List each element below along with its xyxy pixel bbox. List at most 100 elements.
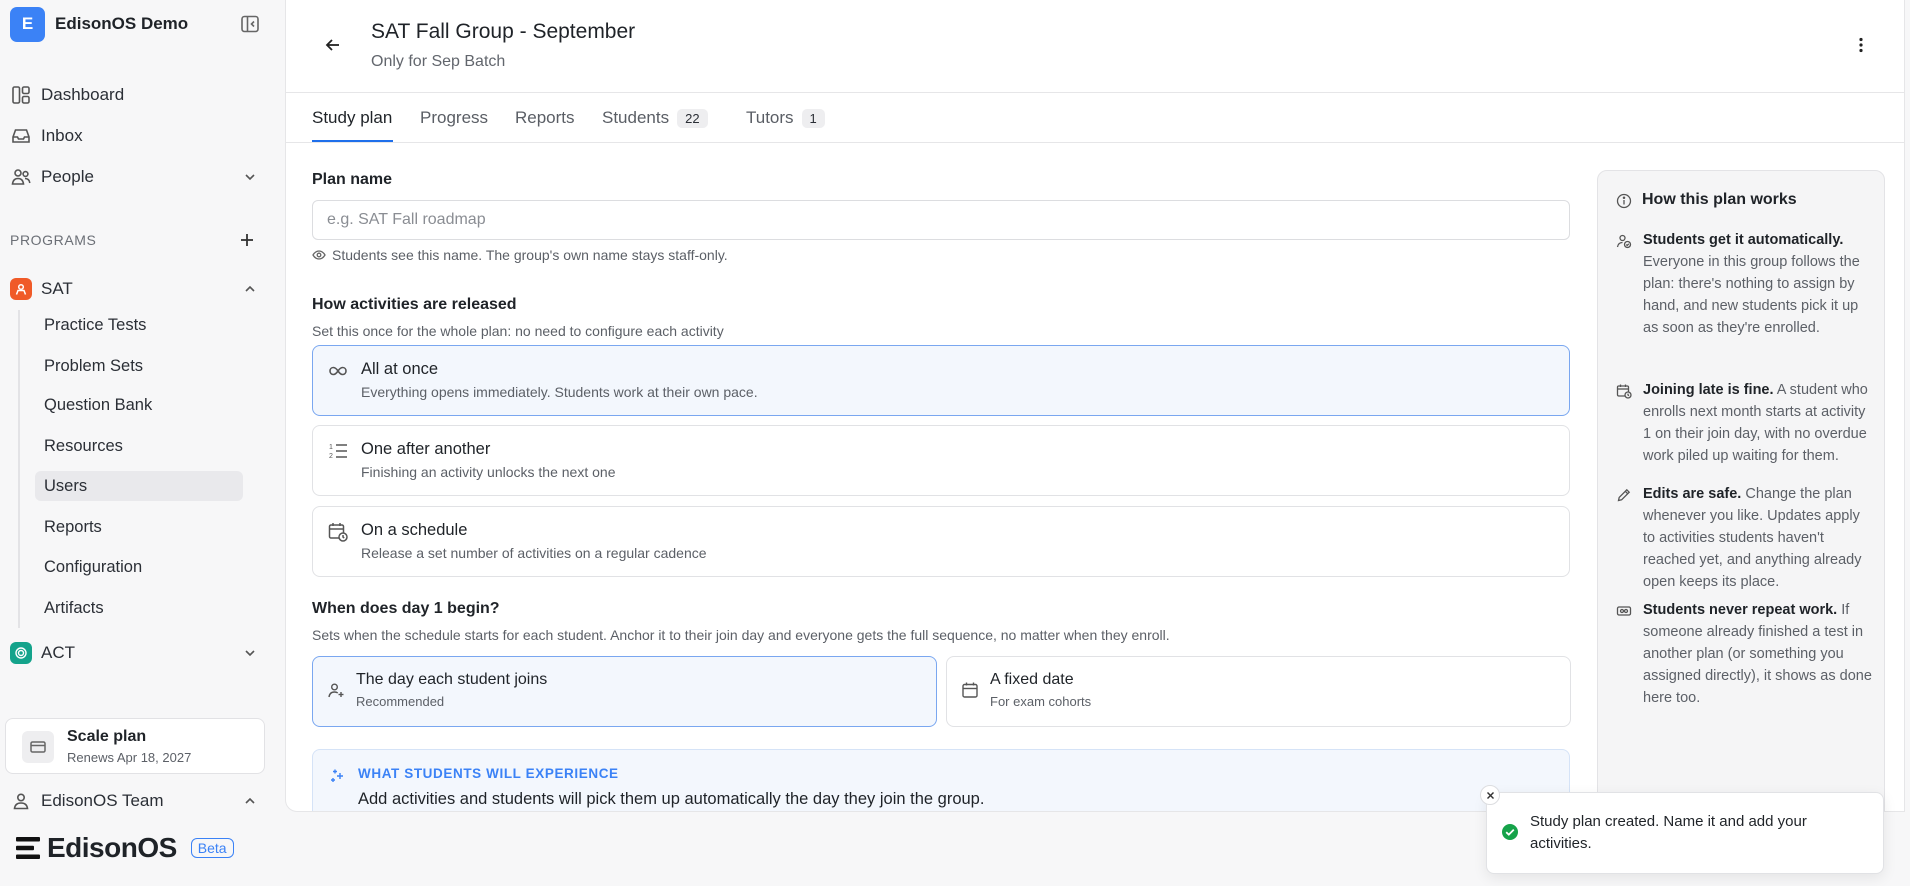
sidebar: E EdisonOS Demo Dashboard Inbox People P… <box>0 0 285 886</box>
workspace-switcher[interactable]: E EdisonOS Demo <box>10 6 265 42</box>
subscription-plan-card[interactable]: Scale plan Renews Apr 18, 2027 <box>5 718 265 774</box>
dashboard-icon <box>10 84 32 106</box>
plan-title: Scale plan <box>67 728 147 745</box>
user-plus-icon <box>327 681 345 699</box>
toast-message: Study plan created. Name it and add your… <box>1530 813 1807 852</box>
chevron-up-icon <box>243 282 257 296</box>
programs-label: PROGRAMS <box>10 232 97 248</box>
add-program-icon[interactable] <box>238 231 256 249</box>
infinity-icon <box>327 360 349 382</box>
info-item-no-repeat: Students never repeat work. If someone a… <box>1643 599 1875 709</box>
day1-option-join-day[interactable]: The day each student joins Recommended <box>312 656 937 727</box>
nav-inbox[interactable]: Inbox <box>10 120 265 152</box>
chevron-down-icon <box>243 646 257 660</box>
info-icon <box>1616 193 1632 209</box>
day1-option-fixed-date[interactable]: A fixed date For exam cohorts <box>946 656 1571 727</box>
tab-label: Tutors <box>746 108 794 127</box>
user-check-icon <box>1616 233 1632 249</box>
option-title: On a schedule <box>361 521 468 539</box>
back-arrow-icon[interactable] <box>324 36 342 54</box>
sat-item-problem-sets[interactable]: Problem Sets <box>35 351 243 381</box>
team-switcher[interactable]: EdisonOS Team <box>10 785 265 817</box>
release-help: Set this once for the whole plan: no nee… <box>312 323 724 339</box>
option-title: All at once <box>361 360 439 378</box>
experience-label: WHAT STUDENTS WILL EXPERIENCE <box>358 766 619 781</box>
release-option-all-at-once[interactable]: All at once Everything opens immediately… <box>312 345 1570 416</box>
option-desc: Everything opens immediately. Students w… <box>361 384 758 400</box>
eye-icon <box>312 248 332 262</box>
sat-item-practice-tests[interactable]: Practice Tests <box>35 310 243 340</box>
sat-item-users[interactable]: Users <box>35 471 243 501</box>
release-option-on-a-schedule[interactable]: On a schedule Release a set number of ac… <box>312 506 1570 577</box>
team-name: EdisonOS Team <box>41 791 164 810</box>
main-panel: SAT Fall Group - September Only for Sep … <box>285 0 1905 812</box>
students-count-badge: 22 <box>677 108 708 128</box>
option-desc: Recommended <box>356 694 445 709</box>
edisonos-logo-icon <box>14 834 42 862</box>
nav-people[interactable]: People <box>10 161 265 193</box>
sat-item-reports[interactable]: Reports <box>35 512 243 542</box>
sat-item-configuration[interactable]: Configuration <box>35 552 243 582</box>
check-circle-icon <box>1501 823 1519 841</box>
info-item-edits-safe: Edits are safe. Change the plan whenever… <box>1643 483 1875 593</box>
plan-name-hint: Students see this name. The group's own … <box>312 247 728 263</box>
option-desc: Release a set number of activities on a … <box>361 545 707 561</box>
workspace-name: EdisonOS Demo <box>55 14 189 33</box>
more-options-icon[interactable] <box>1852 36 1870 54</box>
sat-subnav-line <box>18 310 20 628</box>
chevron-down-icon <box>243 170 257 184</box>
tab-bar: Study plan Progress Reports Students 22 T… <box>286 93 1904 143</box>
sat-item-artifacts[interactable]: Artifacts <box>35 593 243 623</box>
plan-name-input[interactable] <box>312 200 1570 240</box>
tutors-count-badge: 1 <box>801 108 825 128</box>
tab-students[interactable]: Students 22 <box>602 105 708 131</box>
tab-label: Study plan <box>312 108 393 127</box>
collapse-sidebar-icon[interactable] <box>240 14 260 34</box>
tab-study-plan[interactable]: Study plan <box>312 105 392 131</box>
info-item-heading: Students never repeat work. <box>1643 602 1838 618</box>
page-title: SAT Fall Group - September <box>371 20 636 43</box>
study-plan-form: Plan name Students see this name. The gr… <box>286 143 1606 811</box>
student-experience-callout: WHAT STUDENTS WILL EXPERIENCE Add activi… <box>312 749 1570 811</box>
sat-item-question-bank[interactable]: Question Bank <box>35 390 243 420</box>
info-title: How this plan works <box>1642 191 1797 208</box>
tab-label: Reports <box>515 108 575 127</box>
chevron-up-icon <box>243 794 257 808</box>
nav-people-label: People <box>41 167 94 186</box>
info-item-heading: Edits are safe. <box>1643 486 1742 502</box>
nav-inbox-label: Inbox <box>41 126 83 145</box>
ticket-icon <box>1616 603 1632 619</box>
success-toast: Study plan created. Name it and add your… <box>1480 785 1884 874</box>
tab-label: Progress <box>420 108 489 127</box>
option-desc: For exam cohorts <box>990 694 1092 709</box>
sat-item-resources[interactable]: Resources <box>35 431 243 461</box>
info-item-automatic: Students get it automatically. Everyone … <box>1643 229 1875 339</box>
program-act[interactable]: ACT <box>10 637 265 669</box>
calendar-clock-icon <box>327 521 349 543</box>
option-desc: Finishing an activity unlocks the next o… <box>361 464 616 480</box>
option-title: A fixed date <box>990 671 1074 688</box>
plan-name-label: Plan name <box>312 171 393 188</box>
program-act-label: ACT <box>41 643 75 662</box>
plan-renews: Renews Apr 18, 2027 <box>67 750 192 765</box>
release-option-one-after-another[interactable]: 12 One after another Finishing an activi… <box>312 425 1570 496</box>
option-title: The day each student joins <box>356 671 548 688</box>
svg-text:1: 1 <box>329 444 333 451</box>
info-item-heading: Students get it automatically. <box>1643 232 1844 248</box>
page-header: SAT Fall Group - September Only for Sep … <box>286 0 1904 93</box>
plan-name-hint-text: Students see this name. The group's own … <box>332 247 728 263</box>
nav-dashboard[interactable]: Dashboard <box>10 79 265 111</box>
how-plan-works-panel: How this plan works Students get it auto… <box>1597 170 1885 811</box>
active-tab-indicator <box>312 140 393 142</box>
close-icon[interactable] <box>1480 785 1500 805</box>
tab-reports[interactable]: Reports <box>515 105 575 131</box>
brand-name: EdisonOS <box>47 832 177 863</box>
svg-text:2: 2 <box>329 453 333 460</box>
calendar-clock-icon <box>1616 383 1632 399</box>
experience-text: Add activities and students will pick th… <box>358 790 985 808</box>
program-sat[interactable]: SAT <box>10 273 265 305</box>
tab-tutors[interactable]: Tutors 1 <box>746 105 825 131</box>
tab-progress[interactable]: Progress <box>420 105 488 131</box>
people-icon <box>10 166 32 188</box>
tab-label: Students <box>602 108 670 127</box>
